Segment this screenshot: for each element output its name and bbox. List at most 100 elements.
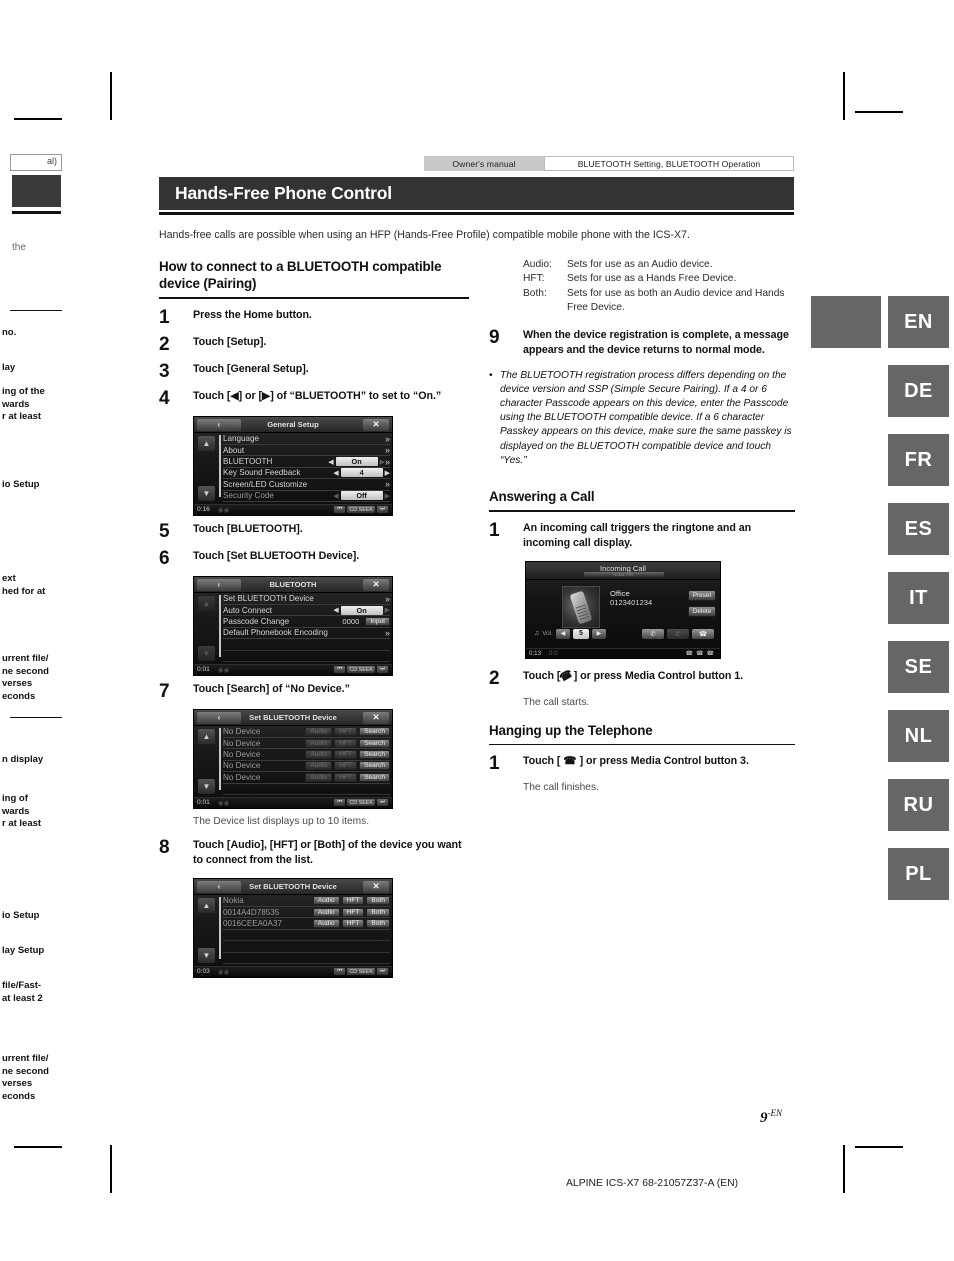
language-tab-fr[interactable]: FR bbox=[888, 434, 949, 486]
screen-footer: 0:01 ◉◉ ⏮ CD SEEK ⏭ bbox=[194, 663, 392, 675]
clock: 0:01 bbox=[197, 666, 210, 674]
device-row: Nokia Audio HFT Both bbox=[223, 896, 390, 907]
device-row-empty bbox=[223, 784, 390, 795]
audio-button: Audio bbox=[305, 772, 333, 782]
hft-button: HFT bbox=[341, 896, 365, 906]
language-tab-ru[interactable]: RU bbox=[888, 779, 949, 831]
scroll-column: ▲ ▼ bbox=[194, 433, 218, 505]
input-button: Input bbox=[365, 617, 390, 627]
prev-track-icon: ⏮ bbox=[334, 666, 346, 674]
passcode-value: 0000 bbox=[342, 617, 360, 627]
scroll-column: ▲ ▼ bbox=[194, 726, 218, 798]
audio-button: Audio bbox=[305, 750, 333, 760]
row-control: ◀ On ▶ bbox=[333, 605, 390, 615]
language-tab-it[interactable]: IT bbox=[888, 572, 949, 624]
step-text: Press the Home button. bbox=[193, 308, 312, 321]
scroll-up-icon: ▲ bbox=[198, 728, 215, 744]
step-text: Touch [Search] of “No Device.” bbox=[193, 682, 350, 695]
hangup-step-1: 1 Touch [ ☎ ] or press Media Control but… bbox=[489, 753, 795, 775]
row-empty bbox=[223, 651, 390, 662]
close-icon: ✕ bbox=[363, 880, 389, 893]
page-number-value: 9 bbox=[760, 1110, 768, 1126]
row-language: Language » bbox=[223, 434, 390, 445]
screen-footer: 0:16 ◉◉ ⏮ CD SEEK ⏭ bbox=[194, 503, 392, 515]
next-track-icon: ⏭ bbox=[377, 666, 388, 674]
screen-body: ▲ ▼ Set BLUETOOTH Device » Auto Connect … bbox=[194, 593, 392, 665]
row-security-code: Security Code ◀ Off ▶ bbox=[223, 491, 390, 502]
language-tab-es[interactable]: ES bbox=[888, 503, 949, 555]
device-actions: Audio HFT Both bbox=[312, 907, 390, 917]
chevron-right-icon: » bbox=[384, 479, 390, 490]
step-text-prefix: Touch [ bbox=[523, 669, 561, 682]
device-actions: Audio HFT Both bbox=[312, 919, 390, 929]
footer-buttons: ⏮ CD SEEK ⏭ bbox=[334, 666, 388, 674]
bleed-text-4: ing of the wards r at least bbox=[2, 386, 45, 422]
left-arrow-icon: ◀ bbox=[328, 458, 334, 466]
preset-button: Preset bbox=[688, 589, 716, 601]
scroll-down-icon: ▼ bbox=[198, 485, 215, 501]
step-9: 9 When the device registration is comple… bbox=[489, 328, 795, 359]
hft-button: HFT bbox=[341, 907, 365, 917]
volume-down-icon: ◀ bbox=[555, 628, 570, 639]
row-control: ◀ Off ▶ bbox=[333, 491, 390, 501]
step-text: Touch [BLUETOOTH]. bbox=[193, 522, 303, 535]
note-bullet-registration: • The BLUETOOTH registration process dif… bbox=[489, 369, 795, 468]
language-tab-de[interactable]: DE bbox=[888, 365, 949, 417]
definition-both: Both: Sets for use as both an Audio devi… bbox=[523, 287, 795, 316]
audio-button: Audio bbox=[305, 727, 333, 737]
language-tab-nl[interactable]: NL bbox=[888, 710, 949, 762]
caller-number: 0123401234 bbox=[610, 597, 653, 607]
screen-footer: 0:01 ◉◉ ⏮ CD SEEK ⏭ bbox=[194, 796, 392, 808]
language-tab-en[interactable]: EN bbox=[888, 296, 949, 348]
bleed-box-text: al) bbox=[46, 156, 57, 166]
hft-button: HFT bbox=[341, 919, 365, 929]
language-tab-stub bbox=[811, 296, 881, 348]
next-track-icon: ⏭ bbox=[377, 968, 388, 976]
hangup-call-icon: ☎ bbox=[692, 628, 714, 639]
device-actions: Audio HFT Both bbox=[312, 896, 390, 906]
bleed-text-12: file/Fast- at least 2 bbox=[2, 980, 43, 1004]
bleed-text-2: no. bbox=[2, 327, 17, 338]
both-button: Both bbox=[366, 919, 390, 929]
device-rows: No Device Audio HFT Search No Device Aud… bbox=[223, 727, 390, 798]
crop-mark-top-left bbox=[110, 72, 112, 120]
step-text: Touch [Setup]. bbox=[193, 335, 267, 348]
step-number: 1 bbox=[489, 753, 500, 775]
step-number: 2 bbox=[489, 667, 500, 689]
prev-track-icon: ⏮ bbox=[334, 799, 346, 807]
row-label: About bbox=[223, 445, 245, 455]
definition-desc: Sets for use as an Audio device. bbox=[567, 259, 713, 270]
call-titlebar: Incoming Call Nokia 700 bbox=[526, 561, 720, 580]
language-tab-pl[interactable]: PL bbox=[888, 848, 949, 900]
right-arrow-icon: ▶ bbox=[384, 492, 390, 500]
device-row-empty bbox=[223, 941, 390, 953]
language-tab-se[interactable]: SE bbox=[888, 641, 949, 693]
language-tabs: EN DE FR ES IT SE NL RU PL bbox=[888, 296, 949, 917]
step-text-prefix: Touch [ bbox=[523, 755, 561, 768]
page-title-bar: Hands-Free Phone Control bbox=[159, 177, 794, 210]
cd-seek-button: CD SEEK bbox=[347, 506, 375, 514]
definition-term: Both: bbox=[523, 287, 547, 299]
step-text: Touch [Audio], [HFT] or [Both] of the de… bbox=[193, 838, 462, 867]
scroll-up-icon: ▲ bbox=[198, 595, 215, 611]
row-label: Security Code bbox=[223, 491, 274, 501]
connection-mode-definitions: Audio: Sets for use as an Audio device. … bbox=[523, 258, 795, 316]
step-8: 8 Touch [Audio], [HFT] or [Both] of the … bbox=[159, 838, 469, 869]
row-auto-connect: Auto Connect ◀ On ▶ bbox=[223, 605, 390, 617]
device-row: 0016CEEA0A37 Audio HFT Both bbox=[223, 918, 390, 930]
scroll-indicator bbox=[219, 594, 221, 657]
volume-up-icon: ▶ bbox=[591, 628, 606, 639]
section-heading-pairing: How to connect to a BLUETOOTH compatible… bbox=[159, 259, 442, 291]
row-label: Key Sound Feedback bbox=[223, 468, 301, 478]
section-rule bbox=[489, 510, 795, 512]
bleed-box: al) bbox=[10, 154, 62, 171]
step-text-suffix: ] or press Media Control button 3. bbox=[579, 755, 749, 768]
device-list-note: The Device list displays up to 10 items. bbox=[193, 815, 370, 827]
device-row-empty bbox=[223, 953, 390, 964]
device-name: 0014A4D78535 bbox=[223, 907, 280, 917]
clock: 0:13 bbox=[529, 649, 542, 657]
device-row: No Device Audio HFT Search bbox=[223, 772, 390, 784]
left-column: How to connect to a BLUETOOTH compatible… bbox=[159, 258, 469, 984]
definition-term: Audio: bbox=[523, 259, 552, 270]
ringtone-icon: ♫ bbox=[534, 630, 540, 638]
